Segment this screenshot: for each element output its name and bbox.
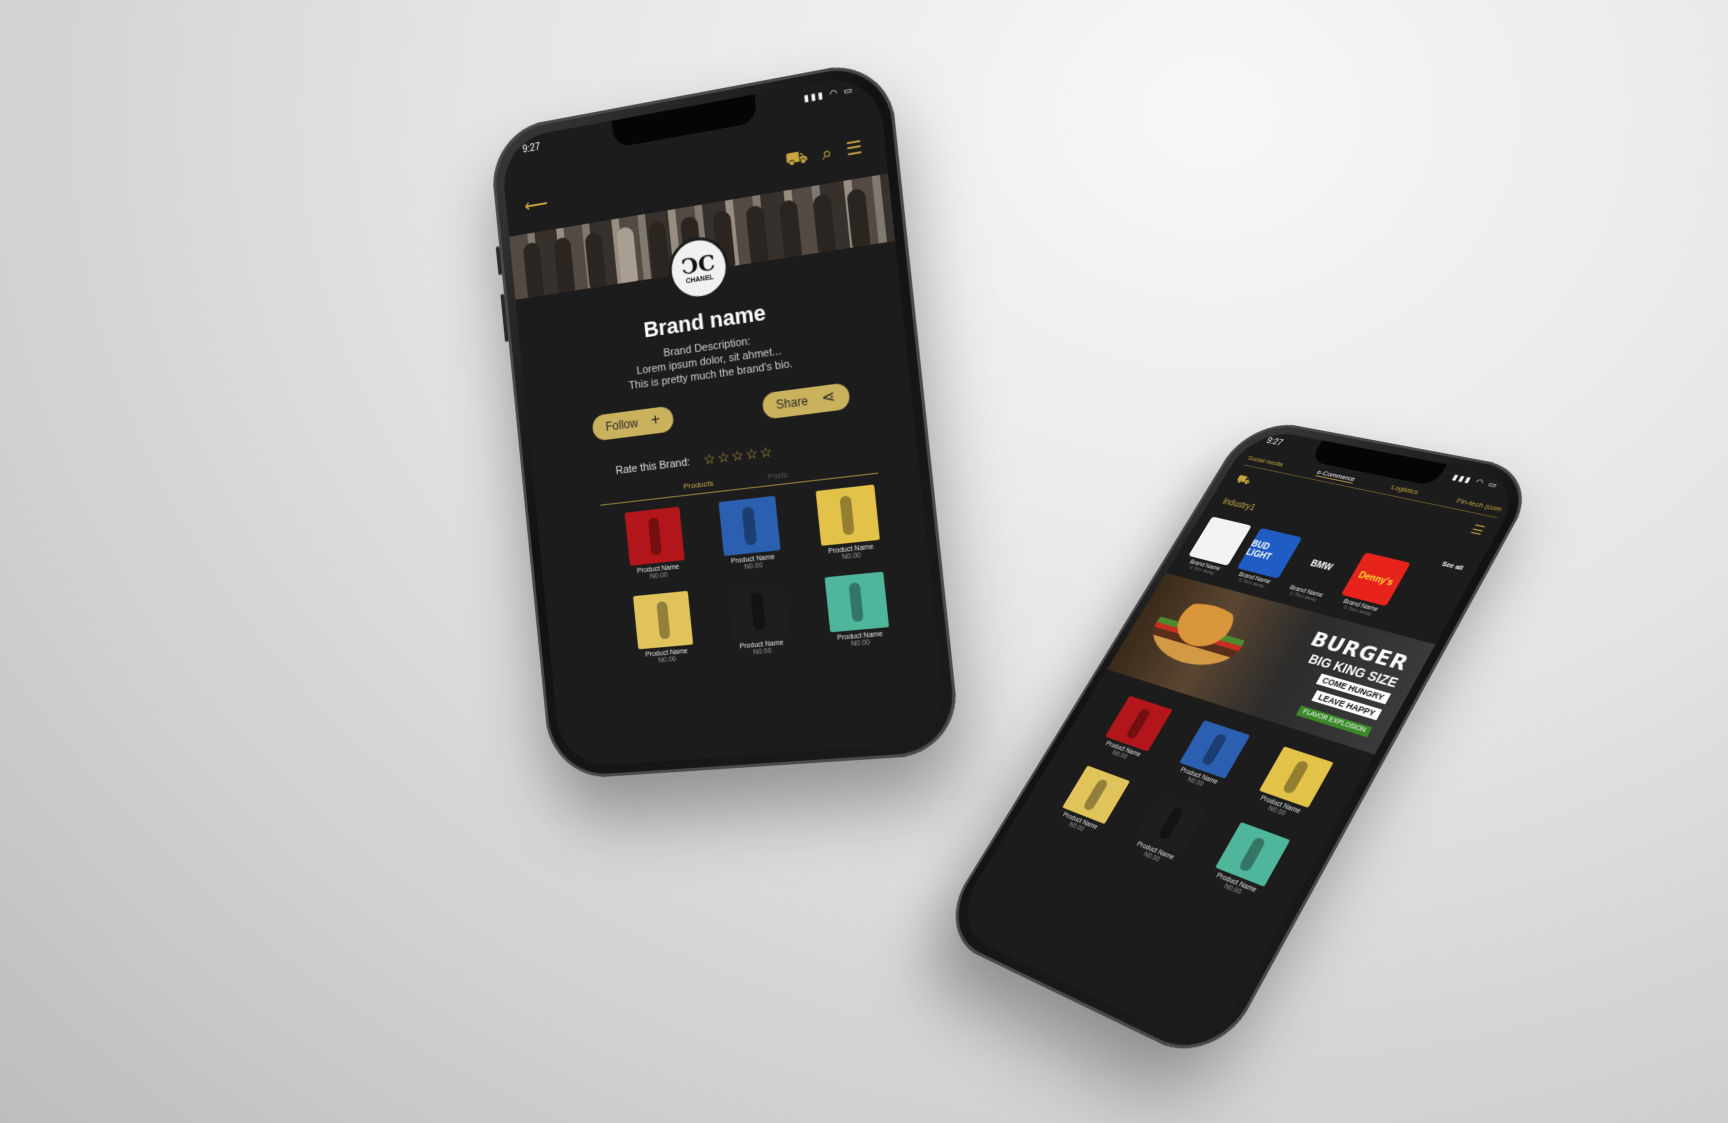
- category-tab[interactable]: Social media: [1246, 454, 1285, 469]
- product-grid: Product Name N0.00 Product Name N0.00 Produc…: [611, 483, 907, 668]
- plus-icon: +: [650, 411, 661, 430]
- product-card[interactable]: Product Name N0.00: [704, 494, 798, 574]
- product-image: [718, 495, 781, 556]
- product-card[interactable]: Product Name N0.00: [1194, 818, 1303, 908]
- category-tab[interactable]: e-Commerce: [1315, 468, 1357, 484]
- status-time: 9:27: [522, 141, 541, 156]
- follow-button[interactable]: Follow +: [591, 405, 675, 442]
- banner-text: BURGER BIG KING SIZE COME HUNGRY LEAVE H…: [1272, 629, 1413, 738]
- rate-label: Rate this Brand:: [615, 455, 691, 477]
- product-price: N0.00: [744, 562, 764, 572]
- product-price: N0.00: [658, 656, 677, 665]
- star-rating[interactable]: ☆☆☆☆☆: [703, 443, 775, 469]
- product-price: N0.00: [841, 552, 862, 562]
- back-arrow-icon[interactable]: ⟵: [524, 193, 549, 217]
- product-image: [633, 590, 694, 650]
- section-title: Industry1: [1220, 497, 1257, 513]
- status-icons: ▮▮▮ ◠ ▭: [803, 84, 855, 104]
- tab-posts[interactable]: Posts: [767, 470, 788, 481]
- brand-logo: Denny's: [1341, 552, 1411, 607]
- product-card[interactable]: Product Name N0.00: [611, 505, 702, 584]
- phone-ecommerce-home: 9:27 ▮▮▮ ◠ ▭ Social media e-Commerce Logis…: [933, 417, 1544, 1070]
- product-price: N0.00: [649, 571, 668, 581]
- menu-icon[interactable]: ☰: [1467, 522, 1487, 540]
- status-icons: ▮▮▮ ◠ ▭: [1450, 472, 1501, 490]
- follow-label: Follow: [605, 415, 639, 434]
- status-time: 9:27: [1264, 436, 1285, 448]
- share-label: Share: [775, 393, 809, 412]
- share-icon: ⋖: [820, 388, 837, 408]
- burger-image: [1140, 594, 1259, 676]
- product-card[interactable]: Product Name N0.00: [800, 483, 897, 565]
- product-image: [624, 506, 685, 566]
- screen: 9:27 ▮▮▮ ◠ ▭ ⟵ ⛟ ⌕ ☰ ↃC CHANEL Brand nam…: [499, 71, 949, 768]
- top-bar-actions: ⛟ ⌕ ☰: [784, 137, 863, 174]
- product-card[interactable]: Product Name N0.00: [1238, 742, 1346, 828]
- product-image: [815, 484, 880, 546]
- product-image: [727, 581, 790, 641]
- cart-icon[interactable]: ⛟: [1232, 472, 1254, 489]
- search-icon[interactable]: ⌕: [821, 142, 834, 168]
- phone-brand-profile: 9:27 ▮▮▮ ◠ ▭ ⟵ ⛟ ⌕ ☰ ↃC CHANEL Brand nam…: [488, 57, 962, 781]
- status-bar: 9:27 ▮▮▮ ◠ ▭: [522, 84, 855, 155]
- product-card[interactable]: Product Name N0.00: [809, 570, 906, 651]
- category-tab[interactable]: Logistics: [1389, 483, 1421, 496]
- product-card[interactable]: Product Name N0.00: [712, 580, 806, 659]
- tab-products[interactable]: Products: [683, 479, 714, 491]
- side-button: [500, 293, 509, 343]
- menu-icon[interactable]: ☰: [845, 137, 864, 164]
- category-tab[interactable]: Fin-tech (com: [1455, 497, 1504, 514]
- product-price: N0.00: [752, 647, 772, 657]
- screen: 9:27 ▮▮▮ ◠ ▭ Social media e-Commerce Logis…: [948, 427, 1527, 1053]
- share-button[interactable]: Share ⋖: [761, 382, 851, 420]
- cart-icon[interactable]: ⛟: [784, 146, 809, 174]
- brand-logo: BMW: [1287, 539, 1356, 593]
- product-image: [824, 571, 889, 633]
- side-button: [495, 246, 503, 276]
- product-card[interactable]: Product Name N0.00: [619, 589, 710, 667]
- product-price: N0.00: [850, 639, 871, 649]
